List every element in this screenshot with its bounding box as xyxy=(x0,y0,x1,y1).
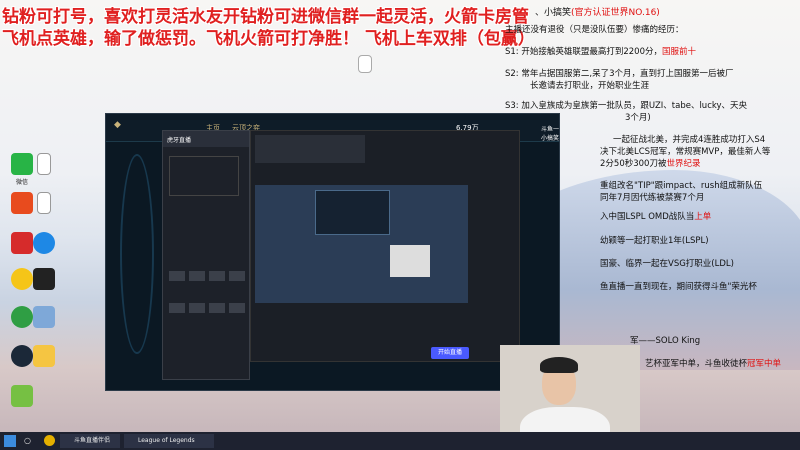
huya-tool[interactable] xyxy=(229,271,245,281)
chrome-icon[interactable] xyxy=(44,435,55,446)
search-icon[interactable]: ○ xyxy=(24,436,31,445)
info-s6-red: 上单 xyxy=(694,212,712,222)
huya-tool[interactable] xyxy=(189,271,205,281)
info-s8: 国豪、临界一起在VSG打职业(LDL) xyxy=(600,259,734,269)
huya-tool[interactable] xyxy=(229,303,245,313)
info-s11: 艺杯亚军中单，斗鱼收徒杯 xyxy=(645,359,748,369)
nested-webcam xyxy=(390,245,430,277)
stream-preview-window[interactable]: 开始直播 xyxy=(250,130,520,362)
info-s10: 军——SOLO King xyxy=(630,336,701,346)
info-s6: 入中国LSPL OMD战队当 xyxy=(600,212,695,222)
info-s1-red: 国服前十 xyxy=(662,47,697,57)
computer-icon[interactable] xyxy=(24,306,64,330)
info-s9: 鱼直播一直到现在，期间获得斗鱼"荣光杯 xyxy=(600,282,757,292)
huya-tool[interactable] xyxy=(169,303,185,313)
edge-icon[interactable] xyxy=(24,232,64,256)
taskbar-app-lol[interactable]: League of Legends xyxy=(124,434,214,448)
info-intro: 主播还没有退役（只是没队伍要）惨痛的经历： xyxy=(505,25,684,35)
info-header-badge: (官方认证世界NO.16) xyxy=(571,8,660,18)
start-live-button[interactable]: 开始直播 xyxy=(431,347,469,359)
overlay-line-2: 飞机点英雄，输了做惩罚。飞机火箭可打净胜！ 飞机上车双排（包赢） xyxy=(2,29,535,49)
info-s5a: 重组改名"TIP"跟impact、rush组成新队伍 xyxy=(600,181,763,191)
huya-tool[interactable] xyxy=(189,303,205,313)
lol-username: 斗鱼一小搞笑 xyxy=(541,126,560,142)
taskbar: ○ 斗鱼直播伴侣 League of Legends xyxy=(0,432,800,450)
info-s2a: S2: 常年占据国服第二,呆了3个月，直到打上国服第一后被厂 xyxy=(505,69,734,79)
huya-live-panel[interactable]: 虎牙直播 xyxy=(162,130,250,380)
info-header: 、小搞笑 xyxy=(535,8,572,18)
huya-tool-grid xyxy=(169,271,245,331)
webcam-hair xyxy=(540,357,578,373)
app-icon-lime[interactable] xyxy=(2,385,42,409)
app-icon-owl[interactable] xyxy=(24,345,64,369)
info-s4b: 决下北美LCS冠军，常规赛MVP，最佳新人等 xyxy=(600,147,771,157)
taskbar-app-douyu[interactable]: 斗鱼直播伴侣 xyxy=(60,434,120,448)
huya-tool[interactable] xyxy=(209,271,225,281)
huya-tool[interactable] xyxy=(209,303,225,313)
info-s11-red: 冠军中单 xyxy=(747,359,782,369)
desktop-file-icon[interactable] xyxy=(345,55,385,75)
info-s2b: 长邀请去打职业，开始职业生涯 xyxy=(530,81,650,91)
nested-preview xyxy=(315,190,390,235)
info-s1: S1: 开始接触英雄联盟最高打到2200分， xyxy=(505,47,663,57)
stream-title-bar xyxy=(255,135,365,163)
huya-scene-list[interactable] xyxy=(169,156,239,196)
info-s3b: 3个月) xyxy=(625,113,651,123)
lol-decorative-ring xyxy=(120,154,154,354)
file-icon-2[interactable] xyxy=(24,192,64,216)
huya-title: 虎牙直播 xyxy=(163,131,249,147)
info-s4c: 2分50秒300刀被 xyxy=(600,159,667,169)
info-s4c-red: 世界纪录 xyxy=(666,159,701,169)
lol-icon[interactable] xyxy=(24,268,64,292)
info-s3a: S3: 加入皇族成为皇族第一批队员，跟UZI、tabe、lucky、天央 xyxy=(505,101,748,111)
start-icon[interactable] xyxy=(4,435,16,447)
info-s4a: 一起征战北美，并完成4连胜成功打入S4 xyxy=(613,135,766,145)
info-s5b: 同年7月因代练被禁赛7个月 xyxy=(600,193,705,203)
info-s7: 幼颖等一起打职业1年(LSPL) xyxy=(600,236,709,246)
file-icon[interactable] xyxy=(24,153,64,177)
stream-preview-canvas xyxy=(255,185,468,303)
huya-tool[interactable] xyxy=(169,271,185,281)
lol-logo-icon: ◆ xyxy=(114,120,121,130)
